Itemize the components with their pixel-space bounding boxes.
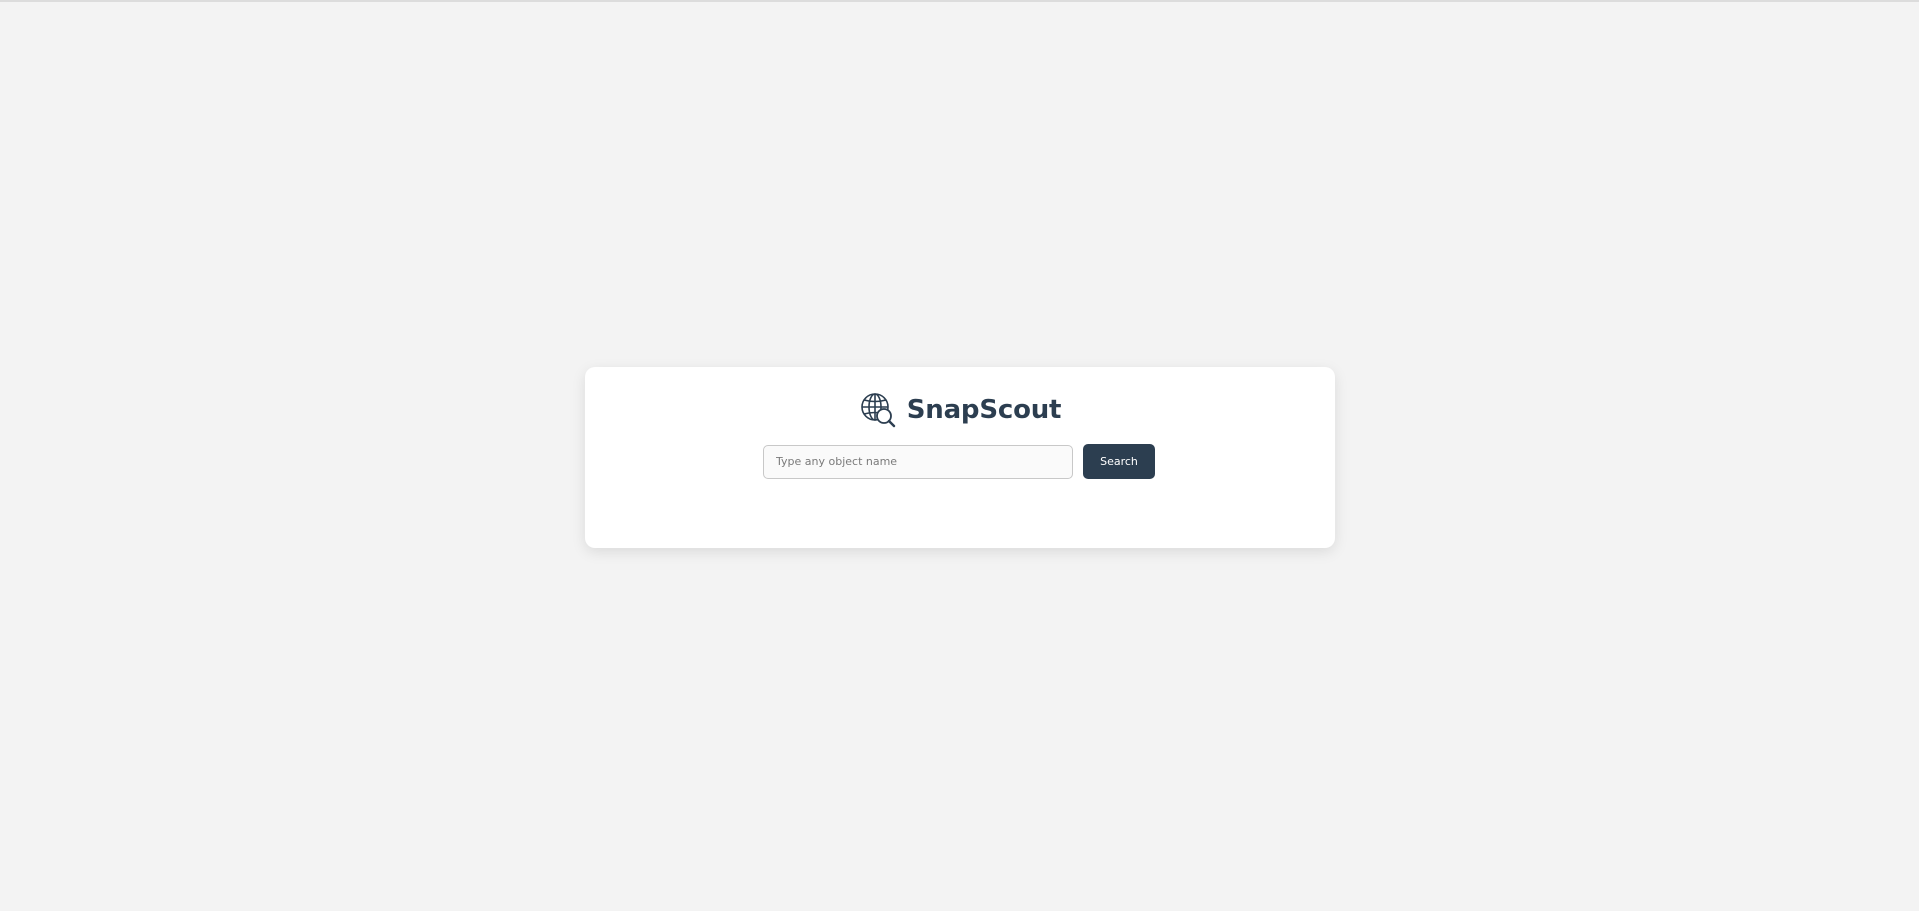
app-title: SnapScout — [906, 395, 1062, 425]
search-row: Search — [763, 444, 1155, 479]
search-button[interactable]: Search — [1083, 444, 1155, 479]
globe-search-icon — [859, 391, 897, 429]
brand-header: SnapScout — [585, 391, 1335, 429]
search-card: SnapScout Search — [585, 367, 1335, 548]
search-input[interactable] — [763, 444, 1073, 479]
top-border — [0, 0, 1919, 2]
